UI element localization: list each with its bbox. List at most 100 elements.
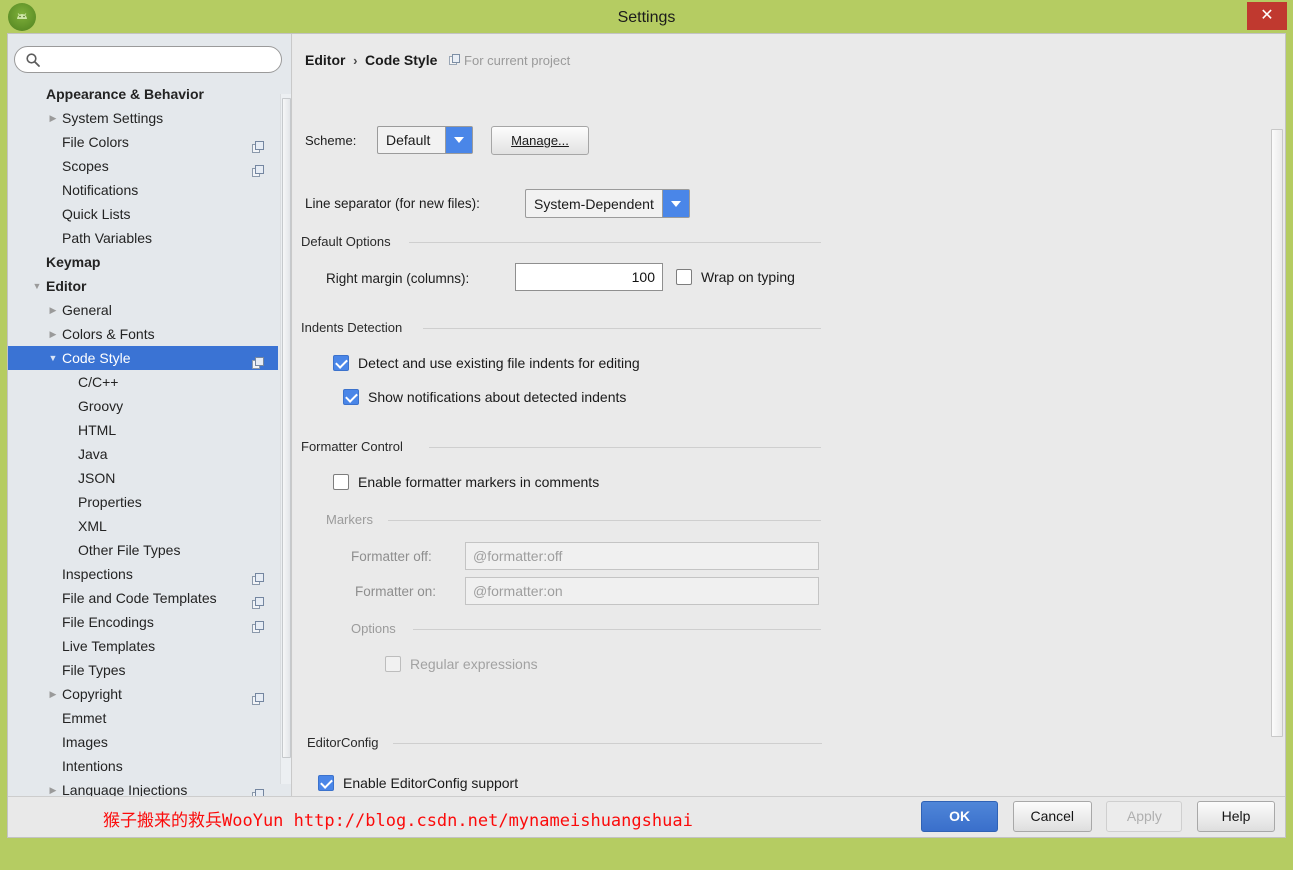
sidebar-item-inspections[interactable]: Inspections <box>8 562 278 586</box>
sidebar-item-keymap[interactable]: Keymap <box>8 250 278 274</box>
settings-tree[interactable]: Appearance & Behavior▶System SettingsFil… <box>8 82 278 796</box>
sidebar-item-label: File Types <box>62 658 126 682</box>
sidebar-item-java[interactable]: Java <box>8 442 278 466</box>
sidebar-item-intentions[interactable]: Intentions <box>8 754 278 778</box>
formatter-off-input[interactable] <box>465 542 819 570</box>
sidebar-item-html[interactable]: HTML <box>8 418 278 442</box>
chevron-down-icon[interactable] <box>662 190 689 217</box>
search-box[interactable] <box>14 46 282 73</box>
sidebar-item-general[interactable]: ▶General <box>8 298 278 322</box>
sidebar-item-emmet[interactable]: Emmet <box>8 706 278 730</box>
show-indent-notifications-checkbox[interactable] <box>343 389 359 405</box>
sidebar-item-label: Notifications <box>62 178 138 202</box>
sidebar-item-system-settings[interactable]: ▶System Settings <box>8 106 278 130</box>
sidebar-item-file-colors[interactable]: File Colors <box>8 130 278 154</box>
main-scrollbar[interactable] <box>1271 129 1283 789</box>
sidebar-item-copyright[interactable]: ▶Copyright <box>8 682 278 706</box>
sidebar-item-label: Quick Lists <box>62 202 130 226</box>
dialog-button-bar: OK Cancel Apply Help <box>910 801 1275 832</box>
settings-dialog: Appearance & Behavior▶System SettingsFil… <box>7 33 1286 838</box>
enable-editorconfig-row[interactable]: Enable EditorConfig support <box>318 775 518 791</box>
sidebar-item-label: File Encodings <box>62 610 154 634</box>
enable-formatter-markers-checkbox[interactable] <box>333 474 349 490</box>
regular-expressions-row[interactable]: Regular expressions <box>385 656 538 672</box>
chevron-right-icon[interactable]: ▶ <box>46 298 60 322</box>
breadcrumb-current: Code Style <box>365 52 437 68</box>
detect-indents-checkbox[interactable] <box>333 355 349 371</box>
chevron-down-icon[interactable]: ▼ <box>30 274 44 298</box>
section-title: Options <box>351 621 402 636</box>
sidebar-item-code-style[interactable]: ▼Code Style <box>8 346 278 370</box>
sidebar-scrollbar-thumb[interactable] <box>282 98 291 758</box>
formatter-on-input[interactable] <box>465 577 819 605</box>
copy-settings-icon[interactable] <box>252 592 264 604</box>
project-scope-text: For current project <box>464 53 570 68</box>
sidebar-item-images[interactable]: Images <box>8 730 278 754</box>
settings-sidebar: Appearance & Behavior▶System SettingsFil… <box>8 34 292 796</box>
copy-settings-icon[interactable] <box>252 352 264 364</box>
sidebar-item-json[interactable]: JSON <box>8 466 278 490</box>
sidebar-item-groovy[interactable]: Groovy <box>8 394 278 418</box>
sidebar-item-label: Scopes <box>62 154 109 178</box>
close-window-button[interactable]: ✕ <box>1247 2 1287 30</box>
help-button[interactable]: Help <box>1197 801 1275 832</box>
sidebar-item-other-file-types[interactable]: Other File Types <box>8 538 278 562</box>
sidebar-item-xml[interactable]: XML <box>8 514 278 538</box>
sidebar-item-appearance-behavior[interactable]: Appearance & Behavior <box>8 82 278 106</box>
enable-editorconfig-checkbox[interactable] <box>318 775 334 791</box>
chevron-right-icon[interactable]: ▶ <box>46 322 60 346</box>
sidebar-scrollbar[interactable] <box>280 94 292 784</box>
manage-schemes-button[interactable]: Manage... <box>491 126 589 155</box>
cancel-button[interactable]: Cancel <box>1013 801 1092 832</box>
detect-indents-row[interactable]: Detect and use existing file indents for… <box>333 355 640 371</box>
line-separator-value: System-Dependent <box>526 196 662 212</box>
sidebar-item-file-encodings[interactable]: File Encodings <box>8 610 278 634</box>
copy-settings-icon[interactable] <box>252 568 264 580</box>
sidebar-item-label: File Colors <box>62 130 129 154</box>
formatter-on-label: Formatter on: <box>355 584 436 599</box>
right-margin-input[interactable] <box>515 263 663 291</box>
sidebar-item-file-and-code-templates[interactable]: File and Code Templates <box>8 586 278 610</box>
regular-expressions-checkbox[interactable] <box>385 656 401 672</box>
copy-settings-icon[interactable] <box>252 160 264 172</box>
breadcrumb-parent[interactable]: Editor <box>305 52 345 68</box>
sidebar-item-label: General <box>62 298 112 322</box>
copy-settings-icon[interactable] <box>252 784 264 796</box>
copy-settings-icon[interactable] <box>252 688 264 700</box>
sidebar-item-scopes[interactable]: Scopes <box>8 154 278 178</box>
ok-button[interactable]: OK <box>921 801 998 832</box>
sidebar-item-colors-fonts[interactable]: ▶Colors & Fonts <box>8 322 278 346</box>
sidebar-item-c-c[interactable]: C/C++ <box>8 370 278 394</box>
copy-settings-icon[interactable] <box>252 136 264 148</box>
section-divider <box>423 328 821 329</box>
sidebar-item-properties[interactable]: Properties <box>8 490 278 514</box>
sidebar-item-editor[interactable]: ▼Editor <box>8 274 278 298</box>
chevron-right-icon[interactable]: ▶ <box>46 106 60 130</box>
wrap-on-typing-row[interactable]: Wrap on typing <box>676 269 795 285</box>
wrap-on-typing-checkbox[interactable] <box>676 269 692 285</box>
section-indents-detection: Indents Detection <box>301 320 821 336</box>
sidebar-item-notifications[interactable]: Notifications <box>8 178 278 202</box>
sidebar-item-label: XML <box>78 514 107 538</box>
show-indent-notifications-row[interactable]: Show notifications about detected indent… <box>343 389 626 405</box>
sidebar-item-label: Appearance & Behavior <box>46 82 204 106</box>
sidebar-item-label: Copyright <box>62 682 122 706</box>
chevron-down-icon[interactable]: ▼ <box>46 346 60 370</box>
sidebar-item-file-types[interactable]: File Types <box>8 658 278 682</box>
sidebar-item-language-injections[interactable]: ▶Language Injections <box>8 778 278 796</box>
line-separator-select[interactable]: System-Dependent <box>525 189 690 218</box>
main-scrollbar-thumb[interactable] <box>1271 129 1283 737</box>
sidebar-item-path-variables[interactable]: Path Variables <box>8 226 278 250</box>
chevron-right-icon[interactable]: ▶ <box>46 778 60 796</box>
sidebar-item-live-templates[interactable]: Live Templates <box>8 634 278 658</box>
section-divider <box>409 242 821 243</box>
sidebar-item-label: Language Injections <box>62 778 187 796</box>
scheme-select[interactable]: Default <box>377 126 473 154</box>
sidebar-item-quick-lists[interactable]: Quick Lists <box>8 202 278 226</box>
search-input[interactable] <box>47 48 279 73</box>
chevron-right-icon[interactable]: ▶ <box>46 682 60 706</box>
sidebar-item-label: Intentions <box>62 754 123 778</box>
copy-settings-icon[interactable] <box>252 616 264 628</box>
chevron-down-icon[interactable] <box>445 127 472 153</box>
enable-formatter-markers-row[interactable]: Enable formatter markers in comments <box>333 474 599 490</box>
